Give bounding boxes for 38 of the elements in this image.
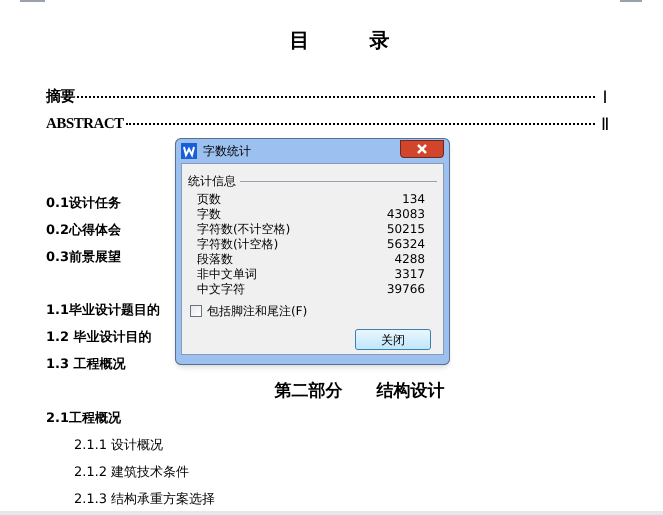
checkbox[interactable] [190, 305, 202, 317]
stat-value: 4288 [394, 252, 425, 267]
stat-label: 页数 [197, 192, 221, 207]
stat-label: 段落数 [197, 252, 233, 267]
stat-value: 43083 [386, 207, 425, 222]
document-title: 目 录 [288, 28, 390, 52]
toc-entry: 1.1毕业设计题目的 [46, 302, 160, 320]
toc-entry: 0.3前景展望 [46, 248, 122, 267]
app-logo-icon [181, 143, 197, 159]
stat-label: 字符数(计空格) [197, 237, 278, 252]
stat-label: 字数 [197, 207, 221, 222]
toc-entry: 1.3 工程概况 [46, 356, 126, 374]
close-icon [416, 144, 428, 154]
toc-entry: 2.1.1 设计概况 [74, 436, 164, 455]
dialog-title: 字数统计 [203, 143, 251, 160]
toc-entry: 2.1工程概况 [46, 410, 122, 428]
stat-label: 中文字符 [197, 282, 245, 297]
toc-entry: 0.2心得体会 [46, 222, 122, 240]
toc-entry: ABSTRACT [46, 115, 124, 134]
toc-entry: 1.2 毕业设计目的 [46, 328, 152, 347]
toc-entry: 2.1.2 建筑技术条件 [74, 464, 190, 482]
toc-entry: 2.1.3 结构承重方案选择 [74, 490, 216, 509]
stat-value: 56324 [386, 237, 425, 252]
stat-value: 50215 [386, 222, 425, 237]
stat-value: 39766 [386, 282, 425, 297]
group-label: 统计信息 [188, 173, 236, 190]
stat-label: 字符数(不计空格) [197, 222, 290, 237]
checkbox-label: 包括脚注和尾注(F) [207, 303, 308, 320]
page-number: Ⅱ [600, 114, 610, 136]
close-dialog-button[interactable]: 关闭 [355, 329, 431, 350]
stat-value: 134 [402, 192, 425, 207]
toc-entry: 0.1设计任务 [46, 194, 122, 213]
part-heading: 第二部分 结构设计 [274, 380, 444, 403]
page-number: Ⅰ [602, 86, 608, 109]
stat-value: 3317 [394, 267, 425, 282]
stat-label: 非中文单词 [197, 267, 257, 282]
close-button[interactable] [400, 140, 444, 158]
toc-entry: 摘要 [46, 87, 75, 108]
